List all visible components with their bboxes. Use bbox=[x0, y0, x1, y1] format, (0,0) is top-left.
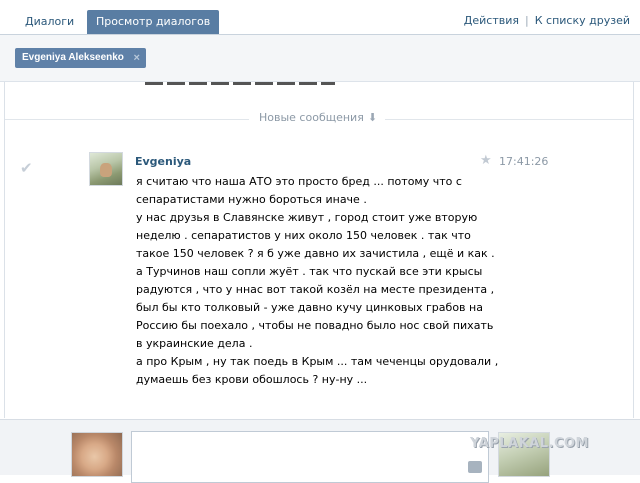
avatar[interactable] bbox=[89, 152, 123, 186]
message-history[interactable]: Новые сообщения ⬇ ✔ Evgeniya ★ 17:41:26 я… bbox=[4, 82, 634, 418]
message-line: а про Крым , ну так поедь в Крым ... там… bbox=[136, 355, 499, 368]
separator: | bbox=[525, 14, 529, 27]
message-line: сепаратистами нужно бороться иначе . bbox=[136, 193, 367, 206]
remove-icon[interactable]: × bbox=[133, 48, 139, 68]
camera-icon[interactable] bbox=[468, 461, 482, 473]
message[interactable]: ✔ Evgeniya ★ 17:41:26 я считаю что наша … bbox=[5, 142, 633, 418]
message-line: Россию бы поехало , чтобы не повадно был… bbox=[136, 319, 494, 332]
star-icon[interactable]: ★ bbox=[480, 153, 492, 168]
message-line: у нас друзья в Славянске живут , город с… bbox=[136, 211, 478, 224]
message-line: такое 150 человек ? я б уже давно их зач… bbox=[136, 247, 495, 260]
message-line: был бы кто толковый - уже давно кучу цин… bbox=[136, 301, 483, 314]
back-to-friends-link[interactable]: К списку друзей bbox=[535, 14, 630, 27]
new-messages-label: Новые сообщения ⬇ bbox=[259, 111, 378, 124]
check-icon[interactable]: ✔ bbox=[20, 159, 33, 177]
participant-name: Evgeniya Alekseenko bbox=[22, 52, 124, 63]
tab-actions: Действия | К списку друзей bbox=[464, 14, 630, 27]
new-messages-divider: Новые сообщения ⬇ bbox=[5, 111, 633, 127]
message-line: думаешь без крови обошлось ? ну-ну ... bbox=[136, 373, 368, 386]
message-line: радуются , что у ннас вот такой козёл на… bbox=[136, 283, 495, 296]
message-line: а Турчинов наш сопли жуёт . так что пуск… bbox=[136, 265, 483, 278]
tab-view-dialogs[interactable]: Просмотр диалогов bbox=[87, 10, 220, 34]
tab-dialogs[interactable]: Диалоги bbox=[16, 10, 83, 34]
message-body: я считаю что наша АТО это просто бред ..… bbox=[136, 173, 499, 389]
message-line: я считаю что наша АТО это просто бред ..… bbox=[136, 175, 462, 188]
message-author[interactable]: Evgeniya bbox=[135, 155, 191, 168]
tab-bar: Диалоги Просмотр диалогов Действия | К спи… bbox=[0, 0, 640, 35]
message-line: в украинские дела . bbox=[136, 337, 253, 350]
own-avatar bbox=[71, 432, 123, 477]
message-input[interactable] bbox=[131, 431, 489, 483]
participant-chip[interactable]: Evgeniya Alekseenko × bbox=[15, 48, 146, 68]
message-line: неделю . сепаратистов у них около 150 че… bbox=[136, 229, 471, 242]
arrow-down-icon: ⬇ bbox=[367, 111, 378, 124]
message-time: 17:41:26 bbox=[499, 155, 549, 168]
watermark: YAPLAKAL.COM bbox=[470, 436, 589, 451]
participants-bar: Evgeniya Alekseenko × bbox=[0, 35, 640, 82]
previous-message-cutoff bbox=[145, 82, 345, 88]
actions-link[interactable]: Действия bbox=[464, 14, 519, 27]
